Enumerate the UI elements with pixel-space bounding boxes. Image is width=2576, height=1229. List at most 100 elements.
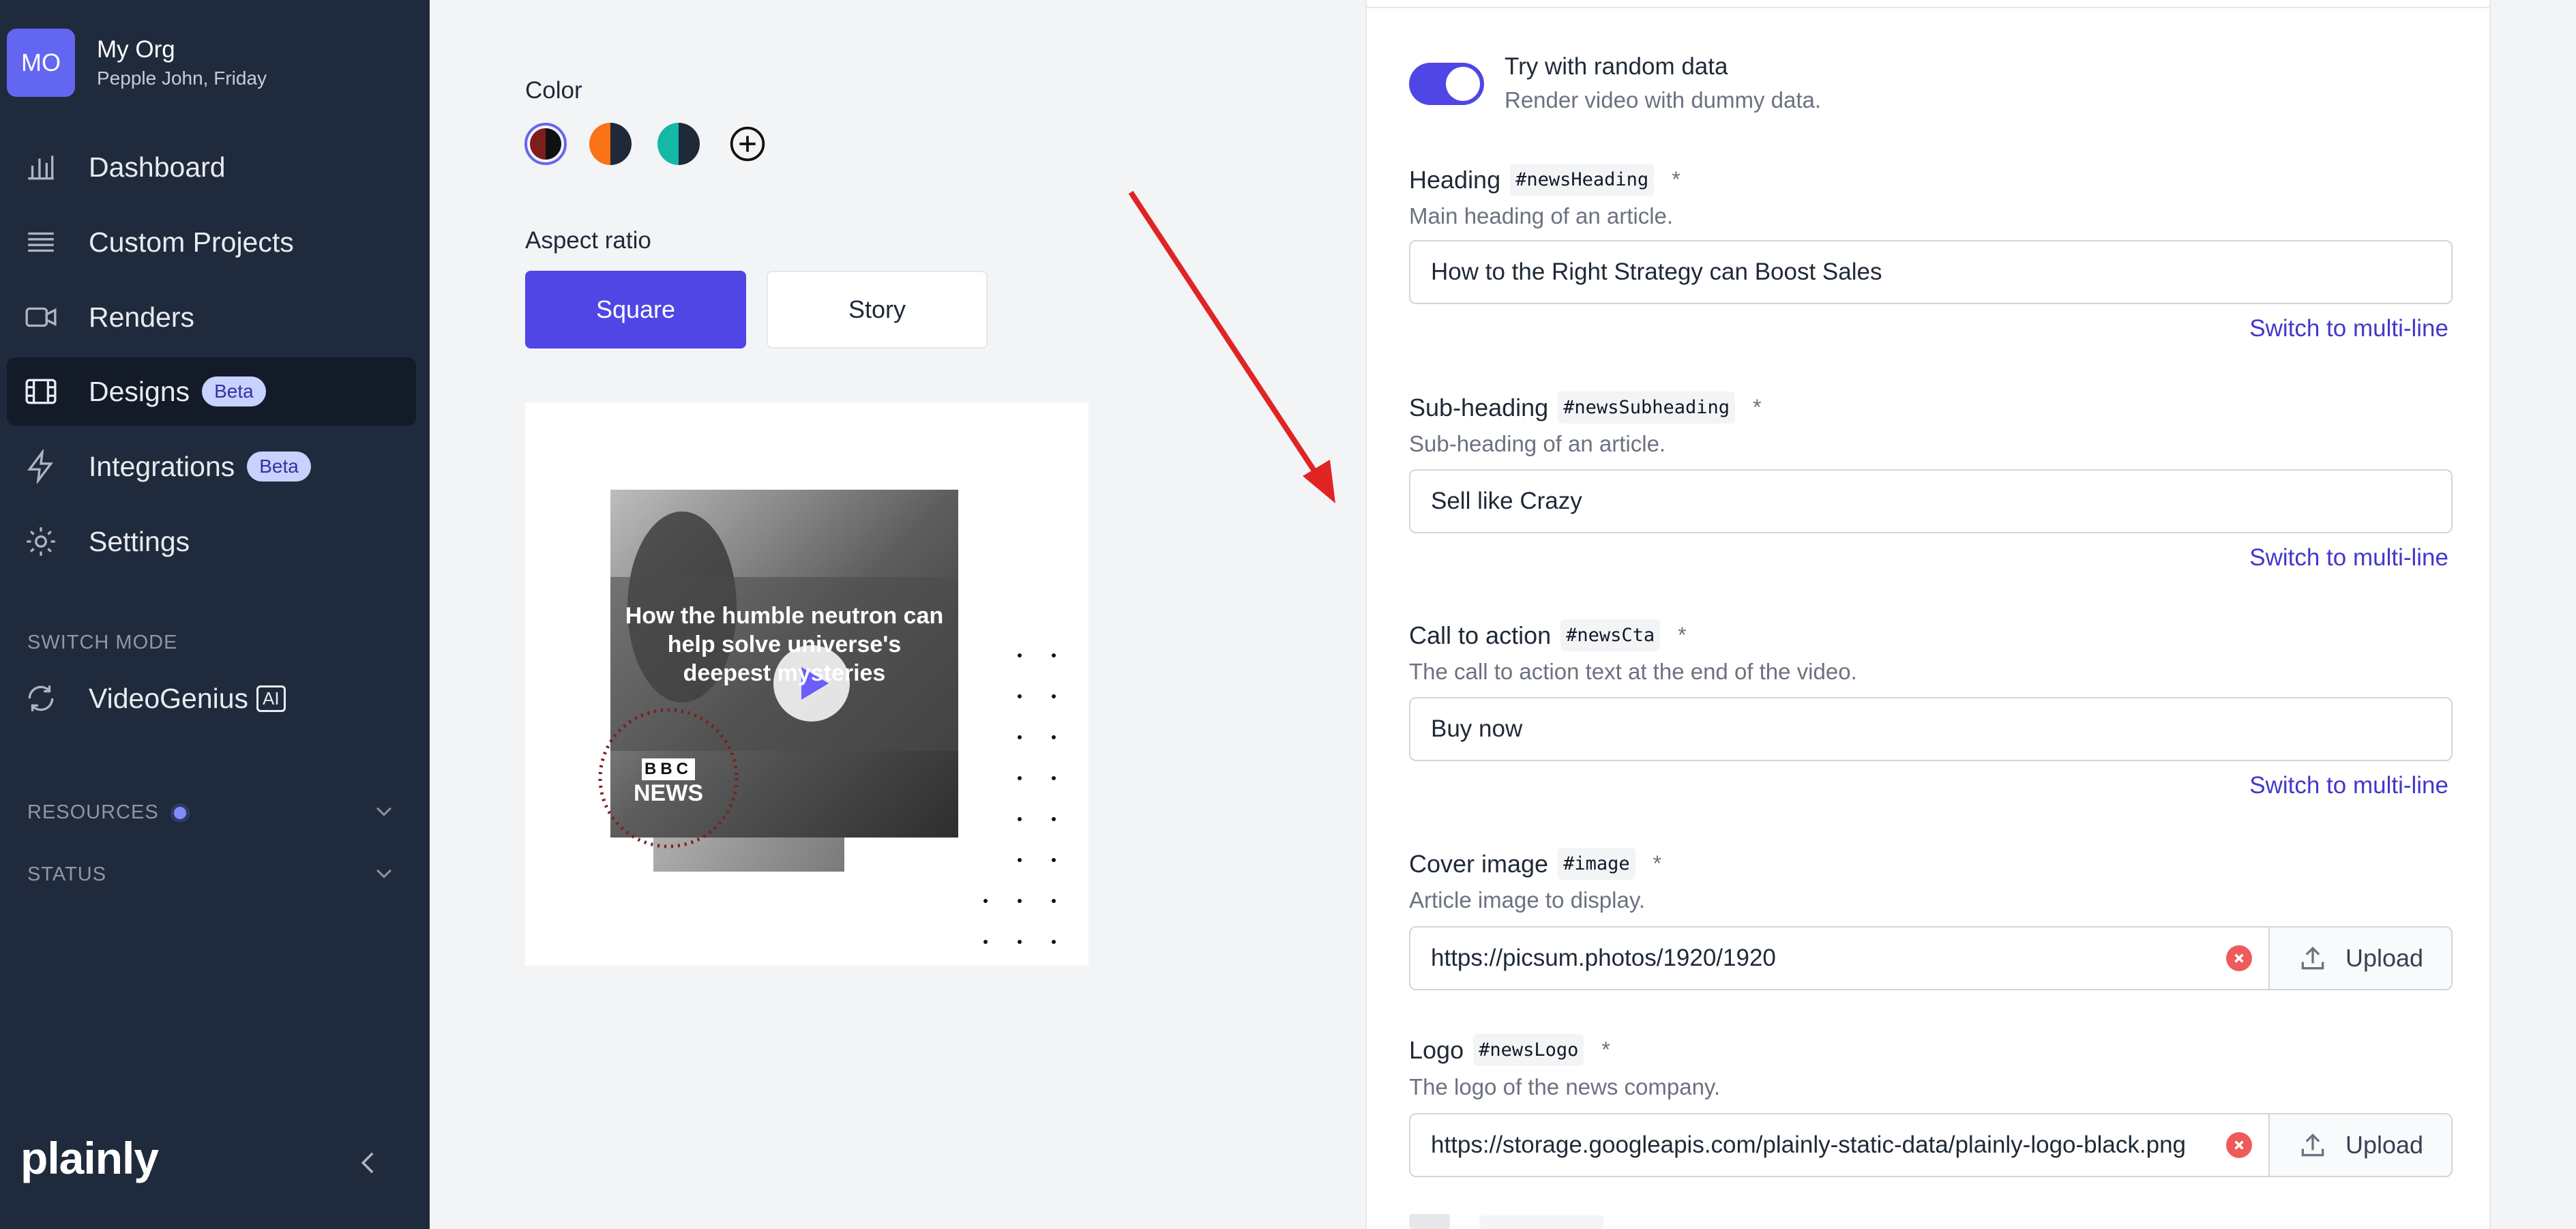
brand-logo: plainly bbox=[20, 1133, 159, 1183]
required-mark: * bbox=[1653, 851, 1662, 876]
nav-label: Custom Projects bbox=[89, 226, 294, 258]
random-data-subtitle: Render video with dummy data. bbox=[1505, 87, 1822, 113]
cta-field-label: Call to action #newsCta * bbox=[1409, 619, 1687, 651]
bar-chart-icon bbox=[7, 150, 75, 184]
nav-label: Designs bbox=[89, 375, 190, 407]
beta-badge: Beta bbox=[202, 376, 266, 406]
param-tag: #newsSubheading bbox=[1558, 391, 1736, 424]
film-icon bbox=[7, 374, 75, 409]
subheading-help: Sub-heading of an article. bbox=[1409, 431, 1666, 456]
notification-dot bbox=[173, 806, 186, 819]
nav-item-custom-projects[interactable]: Custom Projects bbox=[7, 208, 416, 276]
beta-badge: Beta bbox=[247, 451, 311, 482]
gear-icon bbox=[7, 524, 75, 559]
aspect-ratio-label: Aspect ratio bbox=[525, 227, 651, 254]
nav-item-settings[interactable]: Settings bbox=[7, 507, 416, 576]
org-name: My Org bbox=[97, 36, 175, 63]
org-avatar: MO bbox=[7, 29, 75, 97]
aspect-square-button[interactable]: Square bbox=[525, 271, 746, 349]
cover-url-field: https://picsum.photos/1920/1920 Upload bbox=[1409, 926, 2453, 990]
list-icon bbox=[7, 225, 75, 259]
label-text: Logo bbox=[1409, 1035, 1464, 1064]
upload-icon bbox=[2301, 1133, 2324, 1157]
required-mark: * bbox=[1678, 623, 1687, 647]
upload-label: Upload bbox=[2345, 1131, 2424, 1159]
resources-heading: RESOURCES bbox=[27, 801, 159, 823]
nav-item-integrations[interactable]: Integrations Beta bbox=[7, 432, 416, 501]
status-heading: STATUS bbox=[27, 863, 107, 885]
video-camera-icon bbox=[7, 300, 75, 334]
param-tag: #newsCta bbox=[1560, 619, 1661, 651]
param-tag: #image bbox=[1558, 848, 1635, 880]
org-subtitle: Pepple John, Friday bbox=[97, 68, 267, 89]
label-text: Cover image bbox=[1409, 849, 1549, 878]
cover-upload-button[interactable]: Upload bbox=[2268, 928, 2451, 989]
aspect-story-button[interactable]: Story bbox=[767, 271, 988, 349]
color-swatch-2[interactable] bbox=[589, 123, 632, 165]
chevron-down-icon bbox=[372, 799, 396, 826]
news-logo: BBC NEWS bbox=[631, 758, 706, 807]
collapse-sidebar-icon[interactable] bbox=[355, 1146, 383, 1183]
clear-icon[interactable] bbox=[2226, 1132, 2252, 1158]
cta-help: The call to action text at the end of th… bbox=[1409, 659, 1857, 684]
cover-url-input[interactable]: https://picsum.photos/1920/1920 bbox=[1410, 945, 2210, 972]
nav-label: Renders bbox=[89, 301, 194, 333]
required-mark: * bbox=[1672, 167, 1681, 192]
upload-label: Upload bbox=[2345, 944, 2424, 972]
cta-input[interactable]: Buy now bbox=[1409, 697, 2453, 761]
nav-item-renders[interactable]: Renders bbox=[7, 283, 416, 351]
divider bbox=[1367, 7, 2489, 8]
sidebar: MO My Org Pepple John, Friday Dashboard … bbox=[0, 0, 430, 1229]
nav-item-designs[interactable]: Designs Beta bbox=[7, 357, 416, 426]
upload-icon bbox=[2301, 946, 2324, 970]
nav-label: Dashboard bbox=[89, 151, 226, 183]
org-switcher[interactable]: MO My Org Pepple John, Friday bbox=[7, 29, 267, 97]
logo-text-bottom: NEWS bbox=[634, 780, 703, 806]
nav-label: VideoGenius bbox=[89, 682, 249, 714]
random-data-title: Try with random data bbox=[1505, 53, 1728, 80]
color-swatch-1[interactable] bbox=[524, 123, 567, 165]
logo-upload-button[interactable]: Upload bbox=[2268, 1114, 2451, 1176]
ai-badge: AI bbox=[256, 685, 286, 712]
add-color-button[interactable] bbox=[728, 125, 767, 163]
nav-item-videogenius[interactable]: VideoGenius AI bbox=[7, 664, 416, 732]
refresh-icon bbox=[7, 681, 75, 715]
heading-help: Main heading of an article. bbox=[1409, 203, 1674, 228]
label-text: Heading bbox=[1409, 165, 1501, 194]
chevron-down-icon bbox=[372, 861, 396, 888]
logo-help: The logo of the news company. bbox=[1409, 1074, 1721, 1099]
heading-field-label: Heading #newsHeading * bbox=[1409, 164, 1681, 196]
required-mark: * bbox=[1601, 1037, 1610, 1062]
color-swatch-3[interactable] bbox=[657, 123, 700, 165]
subheading-input[interactable]: Sell like Crazy bbox=[1409, 469, 2453, 533]
cta-switch-multiline-link[interactable]: Switch to multi-line bbox=[2249, 772, 2448, 799]
param-tag: #newsLogo bbox=[1473, 1034, 1584, 1066]
switch-mode-heading: SWITCH MODE bbox=[27, 632, 178, 653]
nav-item-dashboard[interactable]: Dashboard bbox=[7, 133, 416, 201]
cover-help: Article image to display. bbox=[1409, 887, 1646, 913]
next-field-label bbox=[1409, 1214, 1450, 1229]
param-tag: #newsHeading bbox=[1510, 164, 1655, 196]
next-field-tag bbox=[1479, 1215, 1603, 1229]
subheading-field-label: Sub-heading #newsSubheading * bbox=[1409, 391, 1761, 424]
logo-url-field: https://storage.googleapis.com/plainly-s… bbox=[1409, 1113, 2453, 1177]
required-mark: * bbox=[1753, 395, 1762, 419]
logo-url-input[interactable]: https://storage.googleapis.com/plainly-s… bbox=[1410, 1131, 2210, 1159]
color-label: Color bbox=[525, 77, 582, 104]
resources-section[interactable]: RESOURCES bbox=[27, 799, 396, 826]
nav-label: Settings bbox=[89, 525, 190, 557]
heading-input[interactable]: How to the Right Strategy can Boost Sale… bbox=[1409, 240, 2453, 304]
nav-label: Integrations bbox=[89, 450, 235, 482]
subheading-switch-multiline-link[interactable]: Switch to multi-line bbox=[2249, 544, 2448, 572]
clear-icon[interactable] bbox=[2226, 945, 2252, 971]
plus-circle-icon bbox=[730, 126, 765, 162]
random-data-toggle[interactable] bbox=[1409, 63, 1484, 105]
preview-headline: How the humble neutron can help solve un… bbox=[625, 603, 944, 686]
annotation-arrow bbox=[1128, 190, 1335, 503]
form-panel: Try with random data Render video with d… bbox=[1365, 0, 2491, 1229]
design-preview[interactable]: How the humble neutron can help solve un… bbox=[525, 402, 1089, 966]
logo-text-top: BBC bbox=[642, 758, 695, 780]
cover-field-label: Cover image #image * bbox=[1409, 848, 1661, 880]
status-section[interactable]: STATUS bbox=[27, 861, 396, 888]
heading-switch-multiline-link[interactable]: Switch to multi-line bbox=[2249, 315, 2448, 342]
